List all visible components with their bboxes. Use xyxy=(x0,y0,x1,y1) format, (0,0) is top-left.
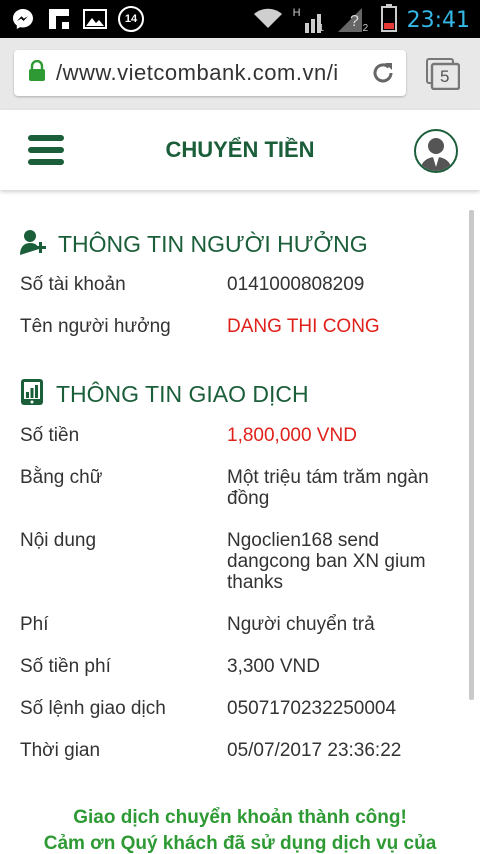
amount-words-line: Một triệu tám trăm ngàn xyxy=(227,467,429,488)
section-title: THÔNG TIN GIAO DỊCH xyxy=(56,381,309,407)
signal-icon: H 1 xyxy=(293,7,327,35)
avatar-icon[interactable] xyxy=(414,129,458,173)
status-bar-system: H 1 ? 2 23:41 xyxy=(253,4,470,37)
phone-chart-icon xyxy=(20,378,44,411)
address-bar[interactable]: /www.vietcombank.com.vn/i xyxy=(14,50,406,96)
fee-value: Người chuyển trả xyxy=(227,614,375,635)
content-line: Ngoclien168 send xyxy=(227,530,380,551)
account-value: 0141000808209 xyxy=(227,274,365,295)
gallery-icon xyxy=(82,6,108,32)
reload-icon[interactable] xyxy=(370,60,396,91)
browser-toolbar: /www.vietcombank.com.vn/i 5 xyxy=(0,38,480,111)
amount-words-value: Một triệu tám trăm ngàn đồng xyxy=(227,467,467,509)
content-label: Nội dung xyxy=(20,530,97,551)
content-line: thanks xyxy=(227,572,283,593)
content-line: dangcong ban XN gium xyxy=(227,551,426,572)
messenger-icon xyxy=(10,6,36,32)
account-label: Số tài khoản xyxy=(20,274,126,295)
transfer-details: THÔNG TIN NGƯỜI HƯỞNG Số tài khoản 01410… xyxy=(0,192,480,854)
time-value: 05/07/2017 23:36:22 xyxy=(227,740,402,761)
order-number-value: 0507170232250004 xyxy=(227,698,397,719)
amount-words-label: Bằng chữ xyxy=(20,467,103,488)
beneficiary-name-value: DANG THI CONG xyxy=(227,316,380,337)
amount-value: 1,800,000 VND xyxy=(227,425,357,446)
time-label: Thời gian xyxy=(20,740,101,761)
wifi-icon xyxy=(253,7,283,34)
battery-icon xyxy=(380,4,397,37)
beneficiary-name-label: Tên người hưởng xyxy=(20,316,171,337)
content-value: Ngoclien168 send dangcong ban XN gium th… xyxy=(227,530,467,593)
notification-badge: 14 xyxy=(118,6,144,32)
svg-text:?: ? xyxy=(350,13,359,30)
order-number-label: Số lệnh giao dịch xyxy=(20,698,166,719)
app-header: CHUYỂN TIỀN xyxy=(0,110,480,190)
section-title: THÔNG TIN NGƯỜI HƯỞNG xyxy=(58,231,368,257)
tabs-icon[interactable]: 5 xyxy=(426,58,460,90)
success-message: Giao dịch chuyển khoản thành công! xyxy=(73,807,407,828)
sim1-label: 1 xyxy=(318,22,325,34)
add-user-icon xyxy=(20,228,46,261)
amount-label: Số tiền xyxy=(20,425,80,446)
fee-label: Phí xyxy=(20,614,49,635)
no-signal-icon: ? 2 xyxy=(337,7,371,35)
url-text[interactable]: /www.vietcombank.com.vn/i xyxy=(56,60,356,86)
sim2-label: 2 xyxy=(362,22,369,34)
flipboard-icon xyxy=(46,6,72,32)
amount-words-line: đồng xyxy=(227,488,270,509)
clock: 23:41 xyxy=(406,8,470,33)
thank-you-message: Cảm ơn Quý khách đã sử dụng dịch vụ của xyxy=(43,833,437,854)
lock-icon xyxy=(28,59,46,87)
beneficiary-section-header: THÔNG TIN NGƯỜI HƯỞNG xyxy=(20,228,368,261)
scrollbar[interactable] xyxy=(469,210,474,700)
page-title: CHUYỂN TIỀN xyxy=(165,137,315,162)
status-bar-notifications: 14 xyxy=(10,6,144,32)
fee-amount-value: 3,300 VND xyxy=(227,656,320,677)
fee-amount-label: Số tiền phí xyxy=(20,656,111,677)
transaction-section-header: THÔNG TIN GIAO DỊCH xyxy=(20,378,309,411)
tab-count: 5 xyxy=(440,67,450,86)
status-bar: 14 H 1 ? 2 23:41 xyxy=(0,0,480,38)
